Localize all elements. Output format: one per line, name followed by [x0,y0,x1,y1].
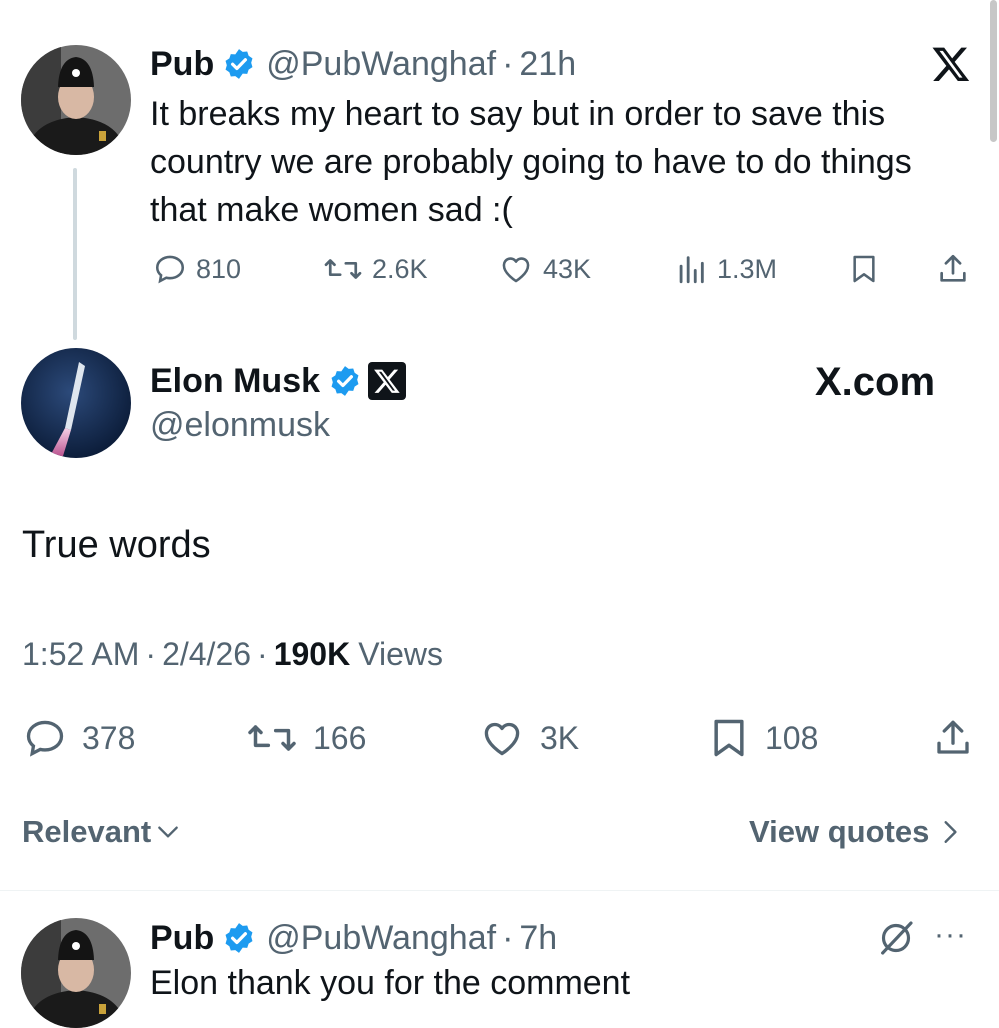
main-author-handle[interactable]: @elonmusk [150,406,330,445]
reply-tweet-text: Elon thank you for the comment [150,964,631,1002]
main-author-name[interactable]: Elon Musk [150,362,320,401]
views-icon [679,256,704,284]
verified-badge-icon [331,366,359,396]
bookmark-button[interactable] [848,252,880,291]
separator-dot: · [145,636,157,672]
repost-icon [324,259,362,279]
original-tweet-header: Pub @PubWanghaf · 21h [150,42,576,86]
chevron-right-icon [944,821,957,843]
sort-dropdown[interactable]: Relevant [22,814,181,850]
main-tweet-text: True words [22,524,211,566]
original-tweet-text: It breaks my heart to say but in order t… [150,95,912,229]
scrollbar[interactable] [990,0,997,142]
main-share-button[interactable] [932,716,974,765]
grok-icon[interactable] [876,918,916,963]
main-reply-button[interactable]: 378 [22,716,135,760]
more-options-button[interactable]: ··· [934,918,967,952]
view-quotes-link[interactable]: View quotes [749,814,963,850]
share-icon [937,720,969,754]
main-like-count: 3K [540,719,580,756]
views-button[interactable]: 1.3M [673,252,777,286]
bookmark-icon [714,719,744,757]
x-logo-icon [930,44,972,89]
repost-button[interactable]: 2.6K [322,252,428,286]
reply-tweet-header: Pub @PubWanghaf · 7h [150,916,557,960]
main-tweet-time[interactable]: 1:52 AM [22,636,139,673]
avatar-pub-image [21,45,131,155]
like-icon [484,722,520,756]
verified-badge-icon [225,49,253,79]
reply-author-handle[interactable]: @PubWanghaf [266,919,496,958]
main-tweet-header: Elon Musk [150,358,407,404]
main-reply-count: 378 [82,719,136,756]
reply-author-name[interactable]: Pub [150,919,214,958]
like-button[interactable]: 43K [497,252,591,286]
thread-connector [73,168,77,340]
affiliate-x-badge-icon[interactable] [368,362,407,400]
like-count: 43K [543,253,592,284]
main-like-button[interactable]: 3K [478,716,579,760]
main-tweet-date[interactable]: 2/4/26 [162,636,251,673]
chevron-down-icon [158,826,179,838]
avatar-pub-reply[interactable] [21,918,131,1028]
original-author-handle[interactable]: @PubWanghaf [266,45,496,84]
share-icon [940,254,966,282]
separator-dot: · [502,918,514,957]
repost-count: 2.6K [372,253,428,284]
main-tweet-views-label: Views [358,636,443,672]
verified-badge-icon [225,923,253,953]
reply-icon [26,720,64,757]
main-tweet-views-count: 190K [273,636,351,672]
sort-label: Relevant [22,814,152,849]
original-tweet-time[interactable]: 21h [519,45,576,84]
separator-dot: · [257,636,268,672]
repost-icon [248,725,296,751]
reply-button[interactable]: 810 [152,252,241,286]
main-repost-button[interactable]: 166 [245,716,366,760]
avatar-pub[interactable] [21,45,131,155]
main-tweet-meta: 1:52 AM · 2/4/26 · 190K Views [22,636,443,673]
view-quotes-label: View quotes [749,814,930,849]
reply-count: 810 [196,253,242,284]
reply-icon [155,255,185,284]
avatar-pub-image [21,918,131,1028]
avatar-elonmusk[interactable] [21,348,131,458]
main-bookmark-button[interactable]: 108 [707,716,818,760]
bookmark-icon [853,255,875,283]
divider [0,890,999,891]
affiliate-link[interactable]: X.com [815,360,935,405]
reply-tweet-time[interactable]: 7h [519,919,557,958]
like-icon [502,257,530,283]
main-bookmark-count: 108 [765,719,819,756]
original-author-name[interactable]: Pub [150,45,214,84]
main-repost-count: 166 [313,719,367,756]
avatar-elonmusk-image [21,348,131,458]
views-count: 1.3M [717,253,778,284]
share-button[interactable] [936,252,970,291]
separator-dot: · [502,44,514,83]
